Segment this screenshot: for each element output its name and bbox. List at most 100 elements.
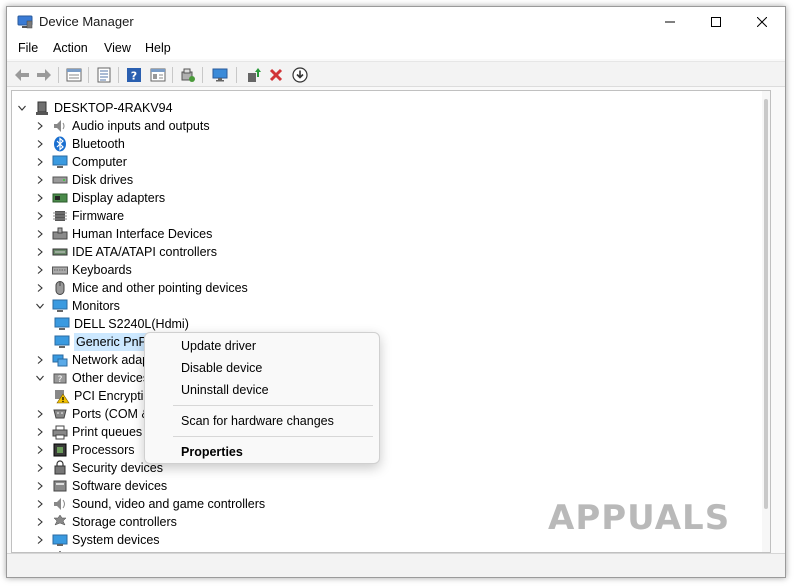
menu-separator (173, 436, 373, 437)
tree-category-ide-ata-atapi-controllers[interactable]: IDE ATA/ATAPI controllers (34, 243, 217, 261)
tree-category-human-interface-devices[interactable]: Human Interface Devices (34, 225, 212, 243)
chevron-right-icon (37, 356, 43, 364)
tree-category-computer[interactable]: Computer (34, 153, 127, 171)
menu-file[interactable]: File (18, 41, 38, 55)
update-driver-icon[interactable] (245, 66, 263, 84)
menu-view[interactable]: View (104, 41, 131, 55)
tree-category-keyboards[interactable]: Keyboards (34, 261, 132, 279)
chevron-right-icon (37, 518, 43, 526)
tree-item-label: Computer (72, 155, 127, 169)
forward-icon[interactable] (35, 66, 53, 84)
chevron-right-icon (37, 482, 43, 490)
resources-icon[interactable] (149, 66, 167, 84)
tree-item-label: Monitors (72, 299, 120, 313)
device-tree[interactable]: DESKTOP-4RAKV94 Audio inputs and outputs B… (11, 90, 771, 553)
tree-category-disk-drives[interactable]: Disk drives (34, 171, 133, 189)
system-icon (52, 532, 68, 548)
scan-icon[interactable] (179, 66, 197, 84)
tree-category-audio-inputs-and-outputs[interactable]: Audio inputs and outputs (34, 117, 210, 135)
tree-category-system-devices[interactable]: System devices (34, 531, 160, 549)
uninstall-device-menu-item[interactable]: Uninstall device (181, 383, 269, 397)
expand-toggle[interactable] (34, 192, 46, 204)
software-icon (52, 478, 68, 494)
expand-toggle[interactable] (34, 156, 46, 168)
expand-toggle[interactable] (34, 264, 46, 276)
list-icon[interactable] (95, 66, 113, 84)
expand-toggle[interactable] (34, 426, 46, 438)
expand-toggle[interactable] (34, 408, 46, 420)
expand-toggle[interactable] (34, 120, 46, 132)
expand-toggle[interactable] (34, 210, 46, 222)
expand-toggle[interactable] (34, 354, 46, 366)
properties-tree-icon[interactable] (65, 66, 83, 84)
context-menu: Update driver Disable device Uninstall d… (144, 332, 380, 464)
expand-toggle[interactable] (34, 498, 46, 510)
tree-category-sound-video-and-game-controllers[interactable]: Sound, video and game controllers (34, 495, 265, 513)
expand-toggle[interactable] (34, 462, 46, 474)
tree-category-print-queues[interactable]: Print queues (34, 423, 142, 441)
expand-toggle[interactable] (16, 102, 28, 114)
expand-toggle[interactable] (34, 534, 46, 546)
disable-device-menu-item[interactable]: Disable device (181, 361, 262, 375)
root-computer-icon (34, 100, 50, 116)
minimize-button[interactable] (647, 7, 693, 37)
properties-menu-item[interactable]: Properties (181, 445, 243, 459)
tree-category-software-devices[interactable]: Software devices (34, 477, 167, 495)
toolbar-separator (88, 67, 89, 83)
menu-separator (173, 405, 373, 406)
expand-toggle[interactable] (34, 480, 46, 492)
chevron-down-icon (36, 375, 44, 381)
monitor-icon[interactable] (211, 66, 229, 84)
sound-icon (52, 496, 68, 512)
download-icon[interactable] (291, 66, 309, 84)
expand-toggle[interactable] (34, 300, 46, 312)
maximize-button[interactable] (693, 7, 739, 37)
tree-category-monitors[interactable]: Monitors (34, 297, 120, 315)
chevron-right-icon (37, 248, 43, 256)
tree-item-label: Sound, video and game controllers (72, 497, 266, 511)
back-icon[interactable] (13, 66, 31, 84)
tree-category-storage-controllers[interactable]: Storage controllers (34, 513, 177, 531)
expand-toggle[interactable] (34, 228, 46, 240)
tree-category-processors[interactable]: Processors (34, 441, 135, 459)
help-icon[interactable]: ? (125, 66, 143, 84)
chevron-right-icon (37, 410, 43, 418)
menu-action[interactable]: Action (53, 41, 88, 55)
menu-help[interactable]: Help (145, 41, 171, 55)
expand-toggle[interactable] (34, 372, 46, 384)
chevron-right-icon (37, 500, 43, 508)
tree-category-mice-and-other-pointing-devices[interactable]: Mice and other pointing devices (34, 279, 248, 297)
chevron-right-icon (37, 428, 43, 436)
monitor-icon (52, 298, 68, 314)
expand-toggle[interactable] (34, 174, 46, 186)
chevron-down-icon (36, 303, 44, 309)
expand-toggle[interactable] (34, 282, 46, 294)
device-manager-app-icon (17, 15, 33, 29)
scan-hardware-menu-item[interactable]: Scan for hardware changes (181, 414, 334, 428)
tree-category-other-devices[interactable]: ? Other devices (34, 369, 149, 387)
uninstall-icon[interactable] (267, 66, 285, 84)
tree-root[interactable]: DESKTOP-4RAKV94 (16, 99, 173, 117)
title-bar[interactable]: Device Manager (7, 7, 785, 37)
tree-category-security-devices[interactable]: Security devices (34, 459, 163, 477)
tree-item-label: Firmware (72, 209, 125, 223)
vertical-scrollbar[interactable] (762, 91, 770, 552)
expand-toggle[interactable] (34, 246, 46, 258)
tree-device-dell-s2240l-hdmi[interactable]: DELL S2240L(Hdmi) (54, 315, 189, 333)
tree-item-label: Keyboards (72, 263, 132, 277)
close-icon (757, 17, 767, 27)
svg-text:?: ? (131, 70, 137, 83)
scrollbar-thumb[interactable] (764, 99, 768, 509)
tree-category-firmware[interactable]: Firmware (34, 207, 124, 225)
expand-toggle[interactable] (34, 138, 46, 150)
expand-toggle[interactable] (34, 516, 46, 528)
update-driver-menu-item[interactable]: Update driver (181, 339, 256, 353)
chevron-right-icon (37, 212, 43, 220)
tree-item-label: Disk drives (72, 173, 134, 187)
tree-category-bluetooth[interactable]: Bluetooth (34, 135, 125, 153)
chevron-right-icon (37, 464, 43, 472)
tree-category-display-adapters[interactable]: Display adapters (34, 189, 165, 207)
close-button[interactable] (739, 7, 785, 37)
expand-toggle[interactable] (34, 444, 46, 456)
chevron-right-icon (37, 536, 43, 544)
